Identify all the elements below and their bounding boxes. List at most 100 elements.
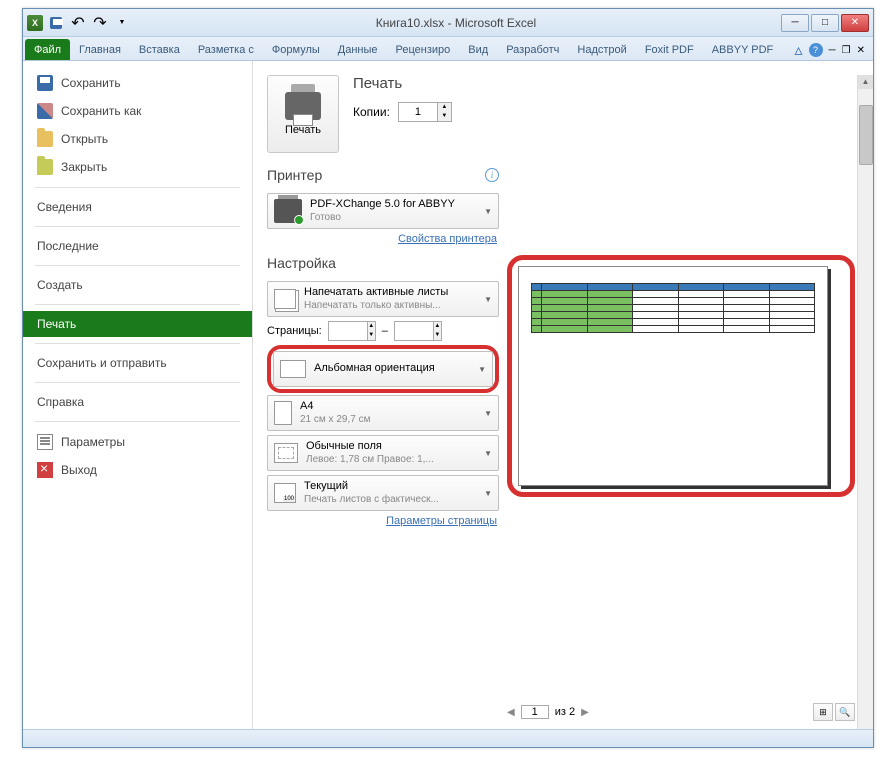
scroll-thumb[interactable] [859,105,873,165]
orientation-dropdown[interactable]: Альбомная ориентация ▼ [273,351,493,387]
preview-table [531,283,815,333]
backstage-nav: Сохранить Сохранить как Открыть Закрыть … [23,61,253,729]
scale-icon [274,483,296,503]
qat-undo-icon[interactable]: ↶ [69,14,87,32]
zoom-page-button[interactable]: 🔍 [835,703,855,721]
chevron-down-icon: ▼ [484,207,492,216]
paper-sub: 21 см x 29,7 см [300,414,476,426]
tab-abbyy[interactable]: ABBYY PDF [703,39,783,60]
minimize-button[interactable]: ─ [781,14,809,32]
chevron-down-icon: ▼ [484,449,492,458]
page-total-label: из 2 [555,706,575,718]
nav-save[interactable]: Сохранить [23,69,252,97]
tab-formulas[interactable]: Формулы [263,39,329,60]
chevron-down-icon: ▼ [478,365,486,374]
maximize-button[interactable]: □ [811,14,839,32]
nav-open[interactable]: Открыть [23,125,252,153]
page-icon [274,401,292,425]
tab-review[interactable]: Рецензиро [387,39,460,60]
nav-recent[interactable]: Последние [23,233,252,259]
options-icon [37,434,53,450]
page-setup-link[interactable]: Параметры страницы [269,515,497,527]
spinner-down-icon[interactable]: ▼ [438,112,451,121]
printer-icon [285,92,321,120]
preview-scrollbar[interactable]: ▲ [857,75,873,729]
backstage-content: Печать Печать Копии: ▲▼ [253,61,873,729]
page-number-input[interactable] [521,705,549,719]
settings-section-label: Настройка [267,255,336,271]
print-heading: Печать [353,75,452,92]
copies-spinner[interactable]: ▲▼ [398,102,452,122]
tab-view[interactable]: Вид [459,39,497,60]
tab-page-layout[interactable]: Разметка с [189,39,263,60]
page-navigation: ◀ из 2 ▶ ⊞ 🔍 [507,695,855,729]
spinner-up-icon[interactable]: ▲ [438,103,451,112]
preview-highlight [507,255,855,497]
help-icon[interactable]: ? [809,43,823,57]
doc-restore-icon[interactable]: ❐ [842,45,851,56]
preview-page [518,266,828,486]
prev-page-icon[interactable]: ◀ [507,707,515,718]
scroll-up-icon[interactable]: ▲ [858,75,873,89]
orientation-label: Альбомная ориентация [314,362,470,375]
printer-name: PDF-XChange 5.0 for ABBYY [310,198,476,211]
nav-options[interactable]: Параметры [23,428,252,456]
doc-close-icon[interactable]: ✕ [857,45,865,56]
pages-from-spinner[interactable]: ▲▼ [328,321,376,341]
copies-input[interactable] [399,103,437,121]
close-icon [37,159,53,175]
scaling-dropdown[interactable]: Текущий Печать листов с фактическ... ▼ [267,475,499,511]
nav-print[interactable]: Печать [23,311,252,337]
tab-home[interactable]: Главная [70,39,130,60]
printer-properties-link[interactable]: Свойства принтера [269,233,497,245]
tab-data[interactable]: Данные [329,39,387,60]
statusbar [23,729,873,747]
copies-label: Копии: [353,105,390,119]
window-title: Книга10.xlsx - Microsoft Excel [131,16,781,30]
nav-save-as[interactable]: Сохранить как [23,97,252,125]
chevron-down-icon: ▼ [484,489,492,498]
pages-from-input[interactable] [329,322,367,340]
scaling-sub: Печать листов с фактическ... [304,494,476,506]
paper-size-dropdown[interactable]: A4 21 см x 29,7 см ▼ [267,395,499,431]
paper-label: A4 [300,400,476,413]
nav-info[interactable]: Сведения [23,194,252,220]
tab-developer[interactable]: Разработч [497,39,568,60]
nav-share[interactable]: Сохранить и отправить [23,350,252,376]
tab-file[interactable]: Файл [25,39,70,60]
nav-new[interactable]: Создать [23,272,252,298]
open-icon [37,131,53,147]
show-margins-button[interactable]: ⊞ [813,703,833,721]
printer-dropdown[interactable]: PDF-XChange 5.0 for ABBYY Готово ▼ [267,193,499,229]
titlebar: X ↶ ↷ ▼ Книга10.xlsx - Microsoft Excel ─… [23,9,873,37]
qat-save-icon[interactable] [47,14,65,32]
next-page-icon[interactable]: ▶ [581,707,589,718]
ribbon-tabs: Файл Главная Вставка Разметка с Формулы … [23,37,873,61]
pages-to-spinner[interactable]: ▲▼ [394,321,442,341]
printer-small-icon [274,199,302,223]
qat-redo-icon[interactable]: ↷ [91,14,109,32]
tab-insert[interactable]: Вставка [130,39,189,60]
ribbon-minimize-icon[interactable]: ▵ [795,40,803,60]
print-button[interactable]: Печать [267,75,339,153]
tab-addins[interactable]: Надстрой [568,39,635,60]
margins-dropdown[interactable]: Обычные поля Левое: 1,78 см Правое: 1,..… [267,435,499,471]
nav-help[interactable]: Справка [23,389,252,415]
margins-label: Обычные поля [306,440,476,453]
tab-foxit[interactable]: Foxit PDF [636,39,703,60]
info-icon[interactable]: i [485,168,499,182]
chevron-down-icon: ▼ [484,295,492,304]
pages-to-input[interactable] [395,322,433,340]
print-what-label: Напечатать активные листы [304,286,476,299]
margins-icon [274,443,298,463]
doc-minimize-icon[interactable]: ─ [829,45,836,56]
print-settings-column: Печать Печать Копии: ▲▼ [267,75,499,729]
exit-icon [37,462,53,478]
nav-exit[interactable]: Выход [23,456,252,484]
print-what-dropdown[interactable]: Напечатать активные листы Напечатать тол… [267,281,499,317]
print-what-sub: Напечатать только активны... [304,300,476,312]
qat-dropdown-icon[interactable]: ▼ [113,14,131,32]
close-button[interactable]: ✕ [841,14,869,32]
nav-close[interactable]: Закрыть [23,153,252,181]
printer-status: Готово [310,212,476,224]
